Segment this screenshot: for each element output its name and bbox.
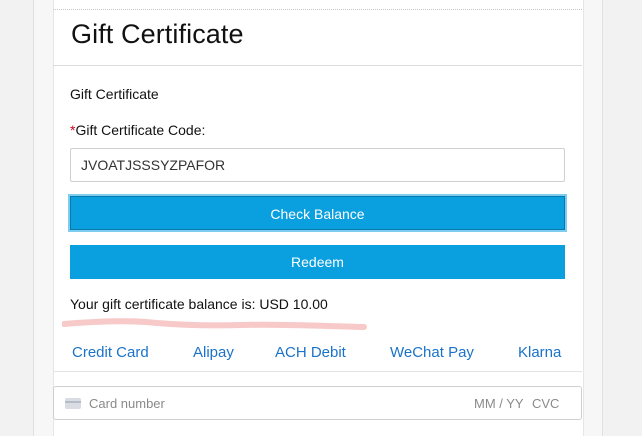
code-label-text: Gift Certificate Code: <box>75 122 206 138</box>
tab-ach-debit[interactable]: ACH Debit <box>275 344 346 361</box>
balance-highlight-mark <box>62 318 367 330</box>
page-title: Gift Certificate <box>71 19 244 49</box>
redeem-button[interactable]: Redeem <box>70 245 565 279</box>
code-field-label: *Gift Certificate Code: <box>70 122 205 138</box>
tab-credit-card[interactable]: Credit Card <box>72 344 149 361</box>
tab-wechat-pay[interactable]: WeChat Pay <box>390 344 474 361</box>
card-input-field[interactable]: Card number MM / YY CVC <box>53 386 582 420</box>
balance-message: Your gift certificate balance is: USD 10… <box>70 296 328 312</box>
tabs-divider <box>53 371 582 372</box>
check-balance-button[interactable]: Check Balance <box>70 196 565 230</box>
expiry-placeholder[interactable]: MM / YY <box>474 396 524 411</box>
payment-method-tabs: Credit Card Alipay ACH Debit WeChat Pay … <box>53 340 582 366</box>
top-divider <box>53 9 582 10</box>
credit-card-icon <box>65 398 81 409</box>
title-divider <box>53 65 582 66</box>
section-label: Gift Certificate <box>70 86 159 102</box>
tab-alipay[interactable]: Alipay <box>193 344 234 361</box>
gift-certificate-code-input[interactable] <box>70 148 565 182</box>
tab-klarna[interactable]: Klarna <box>518 344 561 361</box>
card-number-placeholder[interactable]: Card number <box>89 396 165 411</box>
cvc-placeholder[interactable]: CVC <box>532 396 559 411</box>
